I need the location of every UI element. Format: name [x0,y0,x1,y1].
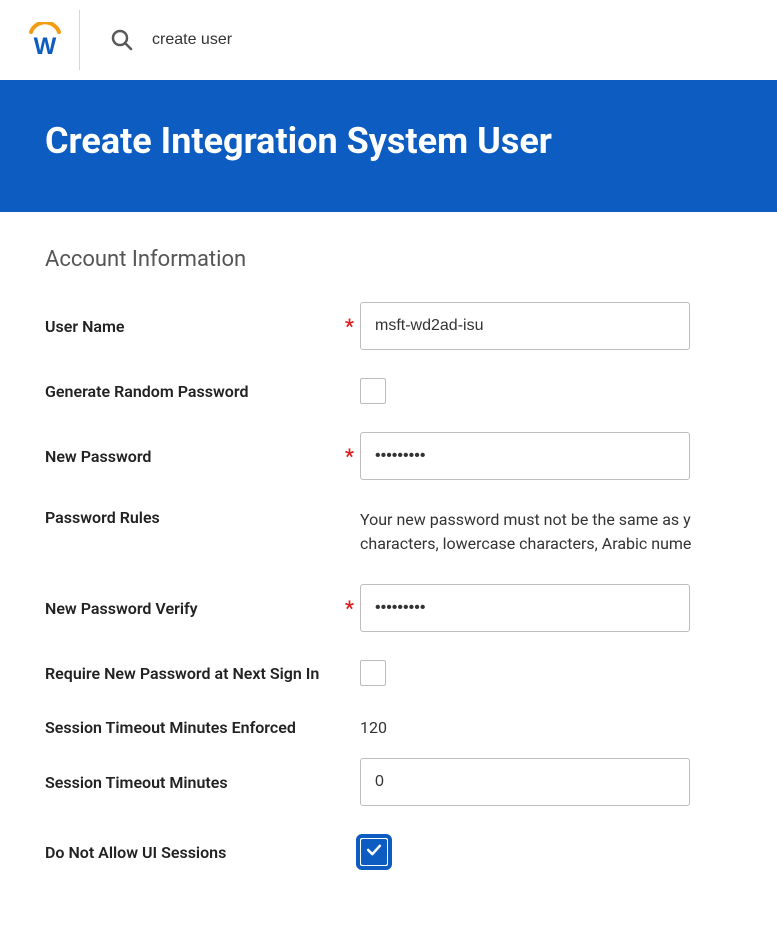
session-timeout-minutes-input[interactable] [360,758,690,806]
search-input[interactable] [152,31,452,49]
session-timeout-enforced-value: 120 [360,718,387,737]
label-new-password-verify: New Password Verify [45,599,341,618]
checkmark-icon [364,840,384,864]
label-do-not-allow-ui-sessions: Do Not Allow UI Sessions [45,843,354,862]
row-do-not-allow-ui-sessions: Do Not Allow UI Sessions [45,834,732,870]
label-session-timeout-enforced: Session Timeout Minutes Enforced [45,718,354,737]
page-title: Create Integration System User [45,120,732,162]
workday-logo-icon: W [27,22,63,58]
do-not-allow-ui-sessions-checkbox[interactable] [356,834,392,870]
page-banner: Create Integration System User [0,80,777,212]
form-content: Account Information User Name * Generate… [0,212,777,928]
row-new-password: New Password * [45,432,732,480]
required-asterisk: * [345,316,354,336]
label-password-rules: Password Rules [45,508,354,527]
row-session-timeout-minutes: Session Timeout Minutes [45,758,732,806]
top-bar: W [0,0,777,80]
row-user-name: User Name * [45,302,732,350]
require-new-password-checkbox[interactable] [360,660,386,686]
new-password-verify-input[interactable] [360,584,690,632]
row-generate-random-password: Generate Random Password [45,378,732,404]
required-asterisk: * [345,446,354,466]
label-session-timeout-minutes: Session Timeout Minutes [45,773,354,792]
svg-text:W: W [34,33,57,58]
search-container [110,28,452,52]
required-asterisk: * [345,598,354,618]
row-require-new-password: Require New Password at Next Sign In [45,660,732,686]
generate-random-password-checkbox[interactable] [360,378,386,404]
password-rules-line2: characters, lowercase characters, Arabic… [360,532,732,556]
section-title: Account Information [45,247,732,272]
search-icon [110,28,134,52]
logo-container: W [15,0,75,80]
user-name-input[interactable] [360,302,690,350]
label-user-name: User Name [45,317,341,336]
row-session-timeout-enforced: Session Timeout Minutes Enforced 120 [45,714,732,740]
new-password-input[interactable] [360,432,690,480]
label-generate-random-password: Generate Random Password [45,382,354,401]
password-rules-line1: Your new password must not be the same a… [360,508,732,532]
row-new-password-verify: New Password Verify * [45,584,732,632]
label-require-new-password: Require New Password at Next Sign In [45,664,354,683]
row-password-rules: Password Rules Your new password must no… [45,508,732,556]
label-new-password: New Password [45,447,341,466]
